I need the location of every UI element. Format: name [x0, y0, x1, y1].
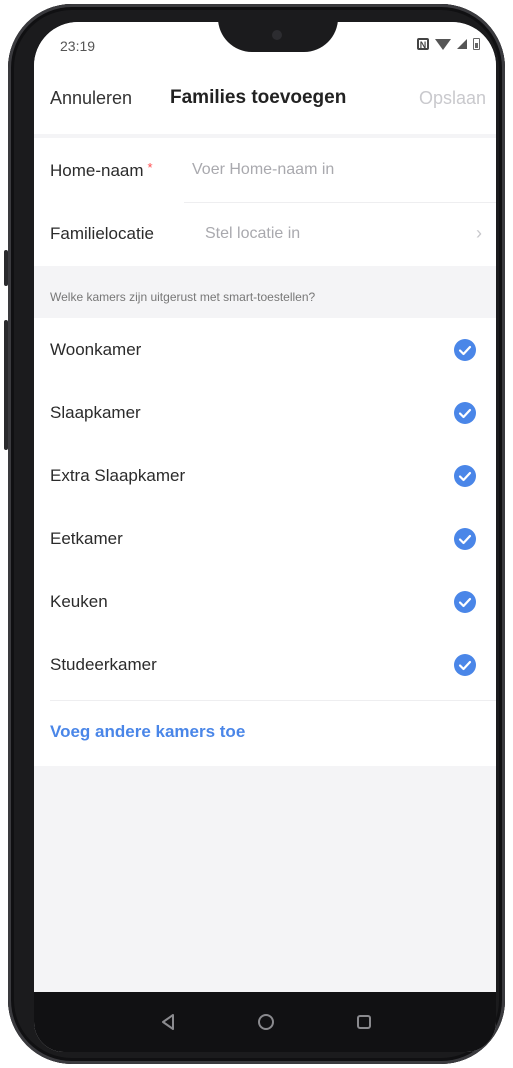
camera-icon: [272, 30, 282, 40]
nfc-icon: N: [417, 38, 429, 50]
android-navigation-bar: [34, 992, 496, 1052]
location-label: Familielocatie: [50, 224, 154, 243]
check-circle-icon[interactable]: [454, 591, 476, 613]
home-name-row[interactable]: Home-naam * Voer Home-naam in: [34, 138, 496, 202]
location-row[interactable]: Familielocatie Stel locatie in ›: [34, 202, 496, 266]
recents-square-icon[interactable]: [350, 1008, 378, 1036]
home-name-label: Home-naam: [50, 161, 144, 180]
chevron-right-icon: ›: [476, 223, 482, 243]
status-icons: N: [417, 38, 480, 50]
top-navigation: Annuleren Families toevoegen Opslaan: [34, 74, 496, 134]
room-row[interactable]: Extra Slaapkamer: [34, 444, 496, 507]
room-label: Woonkamer: [50, 340, 142, 359]
status-time: 23:19: [60, 38, 96, 54]
page-title: Families toevoegen: [170, 87, 347, 108]
divider: [50, 700, 496, 701]
room-row[interactable]: Woonkamer: [34, 318, 496, 381]
home-details-card: Home-naam * Voer Home-naam in Familieloca…: [34, 138, 496, 266]
room-row[interactable]: Keuken: [34, 570, 496, 633]
room-row[interactable]: Studeerkamer: [34, 633, 496, 696]
volume-button: [4, 250, 8, 286]
rooms-card: Woonkamer Slaapkamer Extra Slaapkamer Eetka…: [34, 318, 496, 766]
room-label: Studeerkamer: [50, 655, 157, 674]
save-button[interactable]: Opslaan: [419, 88, 486, 109]
camera-notch: [218, 22, 338, 52]
room-label: Slaapkamer: [50, 403, 141, 422]
battery-icon: [473, 38, 480, 50]
check-circle-icon[interactable]: [454, 402, 476, 424]
side-button: [4, 320, 8, 450]
room-label: Extra Slaapkamer: [50, 466, 186, 485]
room-label: Keuken: [50, 592, 108, 611]
check-circle-icon[interactable]: [454, 465, 476, 487]
location-input[interactable]: Stel locatie in: [205, 225, 300, 243]
check-circle-icon[interactable]: [454, 654, 476, 676]
cancel-button[interactable]: Annuleren: [50, 88, 132, 109]
phone-screen: 23:19 N Annuleren Families toevoegen Ops…: [34, 22, 496, 1052]
wifi-icon: [435, 38, 451, 50]
home-circle-icon[interactable]: [252, 1008, 280, 1036]
required-mark: *: [147, 160, 153, 175]
room-row[interactable]: Eetkamer: [34, 507, 496, 570]
check-circle-icon[interactable]: [454, 339, 476, 361]
rooms-question: Welke kamers zijn uitgerust met smart-to…: [50, 290, 316, 304]
status-bar: 23:19 N: [34, 22, 496, 74]
add-other-rooms-link[interactable]: Voeg andere kamers toe: [50, 722, 245, 742]
back-triangle-icon[interactable]: [154, 1008, 182, 1036]
room-row[interactable]: Slaapkamer: [34, 381, 496, 444]
signal-icon: [457, 39, 467, 49]
home-name-input[interactable]: Voer Home-naam in: [192, 161, 334, 179]
check-circle-icon[interactable]: [454, 528, 476, 550]
room-label: Eetkamer: [50, 529, 123, 548]
